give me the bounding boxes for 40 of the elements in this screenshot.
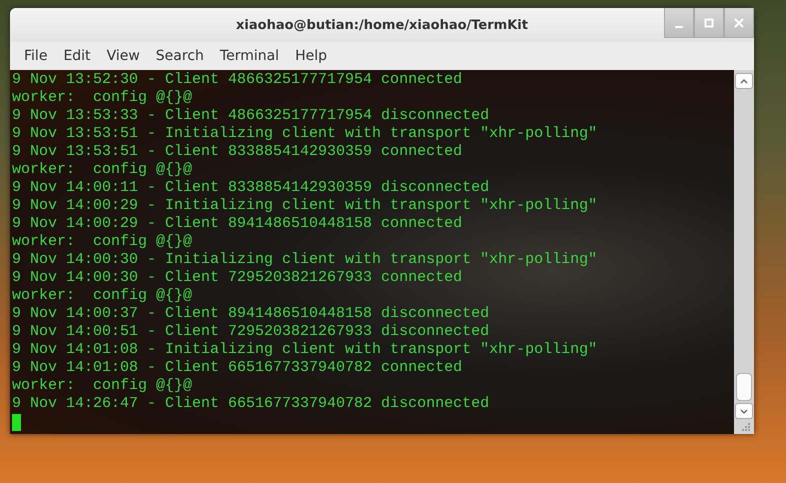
menu-item[interactable]: View	[100, 46, 146, 66]
log-line: 9 Nov 14:01:08 - Client 6651677337940782 connected	[12, 359, 462, 377]
log-line: worker: config @{}@	[12, 233, 192, 251]
log-line: worker: config @{}@	[12, 377, 192, 395]
maximize-button[interactable]	[694, 8, 724, 38]
scroll-thumb[interactable]	[736, 373, 752, 401]
close-icon	[734, 18, 744, 28]
log-line: 9 Nov 14:00:30 - Initializing client with transport "xhr-polling"	[12, 251, 598, 269]
log-line: 9 Nov 14:00:51 - Client 7295203821267933 disconnected	[12, 323, 490, 341]
window-title: xiaohao@butian:/home/xiaohao/TermKit	[236, 18, 528, 32]
log-line: 9 Nov 13:52:30 - Client 4866325177717954 connected	[12, 71, 462, 89]
log-line: 9 Nov 14:26:47 - Client 6651677337940782 disconnected	[12, 395, 490, 413]
close-button[interactable]	[724, 8, 754, 38]
menu-item[interactable]: Help	[289, 46, 333, 66]
menu-item[interactable]: Search	[150, 46, 210, 66]
log-line: 9 Nov 13:53:51 - Client 8338854142930359 connected	[12, 143, 462, 161]
minimize-icon	[675, 26, 683, 28]
maximize-icon	[704, 18, 714, 28]
log-line: 9 Nov 14:01:08 - Initializing client with transport "xhr-polling"	[12, 341, 598, 359]
menu-item[interactable]: Terminal	[214, 46, 286, 66]
log-line: 9 Nov 14:00:30 - Client 7295203821267933 connected	[12, 269, 462, 287]
log-line: 9 Nov 14:00:37 - Client 8941486510448158 disconnected	[12, 305, 490, 323]
scroll-down-button[interactable]	[735, 403, 753, 419]
scroll-up-button[interactable]	[735, 73, 753, 89]
menu-item[interactable]: Edit	[57, 46, 97, 66]
menu-item[interactable]: File	[18, 46, 54, 66]
scrollbar[interactable]	[734, 70, 754, 434]
log-line: 9 Nov 14:00:29 - Client 8941486510448158 connected	[12, 215, 462, 233]
minimize-button[interactable]	[664, 8, 694, 38]
log-line: worker: config @{}@	[12, 161, 192, 179]
log-line: 9 Nov 13:53:33 - Client 4866325177717954 disconnected	[12, 107, 490, 125]
log-line: 9 Nov 13:53:51 - Initializing client with transport "xhr-polling"	[12, 125, 598, 143]
log-line: 9 Nov 14:00:29 - Initializing client with transport "xhr-polling"	[12, 197, 598, 215]
log-line: worker: config @{}@	[12, 89, 192, 107]
caret-down-icon	[740, 408, 748, 414]
text-cursor	[12, 414, 21, 431]
log-line: 9 Nov 14:00:11 - Client 8338854142930359 disconnected	[12, 179, 490, 197]
resize-grip-icon[interactable]	[741, 422, 751, 432]
caret-up-icon	[740, 78, 748, 84]
log-line: worker: config @{}@	[12, 287, 192, 305]
